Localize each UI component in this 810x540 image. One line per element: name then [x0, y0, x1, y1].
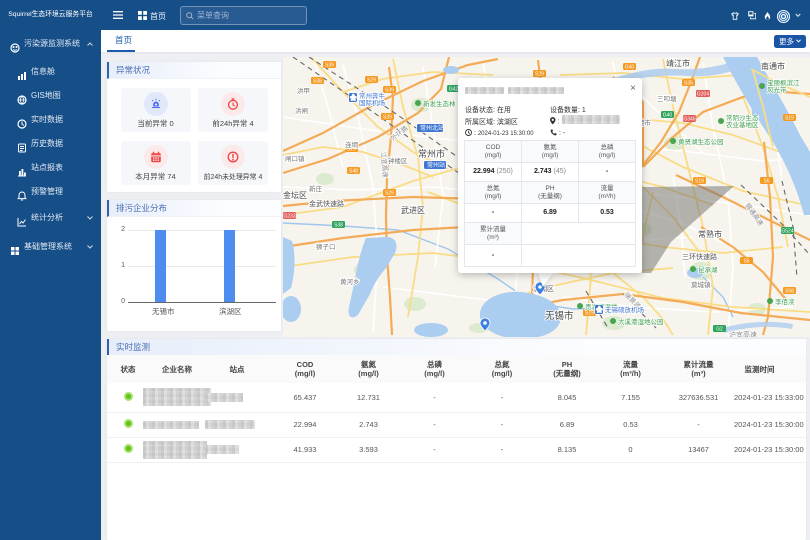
svg-text:S39: S39	[325, 63, 334, 69]
svg-text:G42: G42	[449, 87, 459, 93]
svg-text:S39: S39	[385, 88, 394, 94]
svg-text:黄河乡: 黄河乡	[340, 277, 360, 286]
svg-text:S58: S58	[785, 289, 794, 295]
svg-text:常阴沙生态: 常阴沙生态	[726, 113, 759, 122]
svg-text:金坛区: 金坛区	[283, 190, 307, 200]
svg-text:S29: S29	[535, 72, 544, 78]
svg-text:国际机场: 国际机场	[359, 98, 386, 107]
svg-text:大溪港湿地公园: 大溪港湿地公园	[618, 317, 664, 326]
svg-text:S38: S38	[313, 79, 322, 85]
svg-text:金武快速路: 金武快速路	[309, 199, 344, 208]
svg-text:新发生态林: 新发生态林	[423, 99, 456, 108]
svg-text:S29: S29	[385, 191, 394, 197]
svg-text:G204: G204	[697, 92, 709, 98]
svg-text:S38: S38	[334, 223, 343, 229]
svg-text:风光带: 风光带	[767, 85, 787, 94]
svg-text:新庄: 新庄	[309, 184, 323, 193]
svg-text:常州市: 常州市	[418, 148, 445, 159]
svg-text:洪甲: 洪甲	[297, 86, 310, 95]
svg-text:黄贤湖生态公园: 黄贤湖生态公园	[678, 137, 724, 146]
svg-text:S48: S48	[349, 169, 358, 175]
svg-text:钟楼区: 钟楼区	[388, 156, 408, 165]
svg-text:连堈: 连堈	[345, 140, 359, 149]
svg-text:南通市: 南通市	[761, 61, 785, 71]
svg-text:S5: S5	[763, 179, 769, 185]
svg-text:狮子口: 狮子口	[316, 243, 336, 251]
svg-text:无锡硕放机场: 无锡硕放机场	[605, 305, 645, 314]
svg-text:S35: S35	[684, 81, 693, 87]
svg-text:农业基地区: 农业基地区	[726, 120, 759, 129]
svg-text:三叩塘: 三叩塘	[657, 94, 677, 103]
svg-text:无锡市: 无锡市	[545, 310, 574, 322]
svg-text:常州站: 常州站	[427, 161, 445, 169]
svg-text:S39: S39	[383, 115, 392, 121]
svg-text:S29: S29	[367, 78, 376, 84]
svg-text:S5: S5	[743, 259, 749, 265]
svg-text:常州北站: 常州北站	[420, 124, 444, 132]
svg-text:靖江市: 靖江市	[666, 58, 690, 68]
svg-text:常熟市: 常熟市	[698, 229, 722, 239]
svg-text:常州奔牛: 常州奔牛	[359, 91, 386, 100]
svg-text:昆承湖: 昆承湖	[698, 265, 718, 274]
svg-text:S19: S19	[785, 116, 794, 122]
svg-text:武进区: 武进区	[401, 205, 425, 215]
svg-text:宝丽枫滨江: 宝丽枫滨江	[767, 78, 800, 87]
svg-text:G40: G40	[625, 65, 635, 71]
svg-text:三环快速路: 三环快速路	[682, 252, 717, 261]
svg-text:S19: S19	[695, 179, 704, 185]
svg-text:闸口镇: 闸口镇	[285, 154, 305, 163]
svg-text:沪宜高速: 沪宜高速	[729, 330, 757, 337]
svg-text:G346: G346	[683, 117, 695, 123]
svg-text:S19: S19	[585, 311, 594, 317]
svg-text:莫城镇: 莫城镇	[691, 280, 711, 289]
svg-text:G233: G233	[283, 214, 295, 220]
svg-text:洪闸: 洪闸	[295, 106, 308, 115]
svg-text:李佰渎: 李佰渎	[775, 297, 795, 306]
svg-text:G524: G524	[781, 229, 793, 235]
svg-text:G40: G40	[663, 113, 673, 119]
svg-text:G2: G2	[716, 327, 723, 333]
